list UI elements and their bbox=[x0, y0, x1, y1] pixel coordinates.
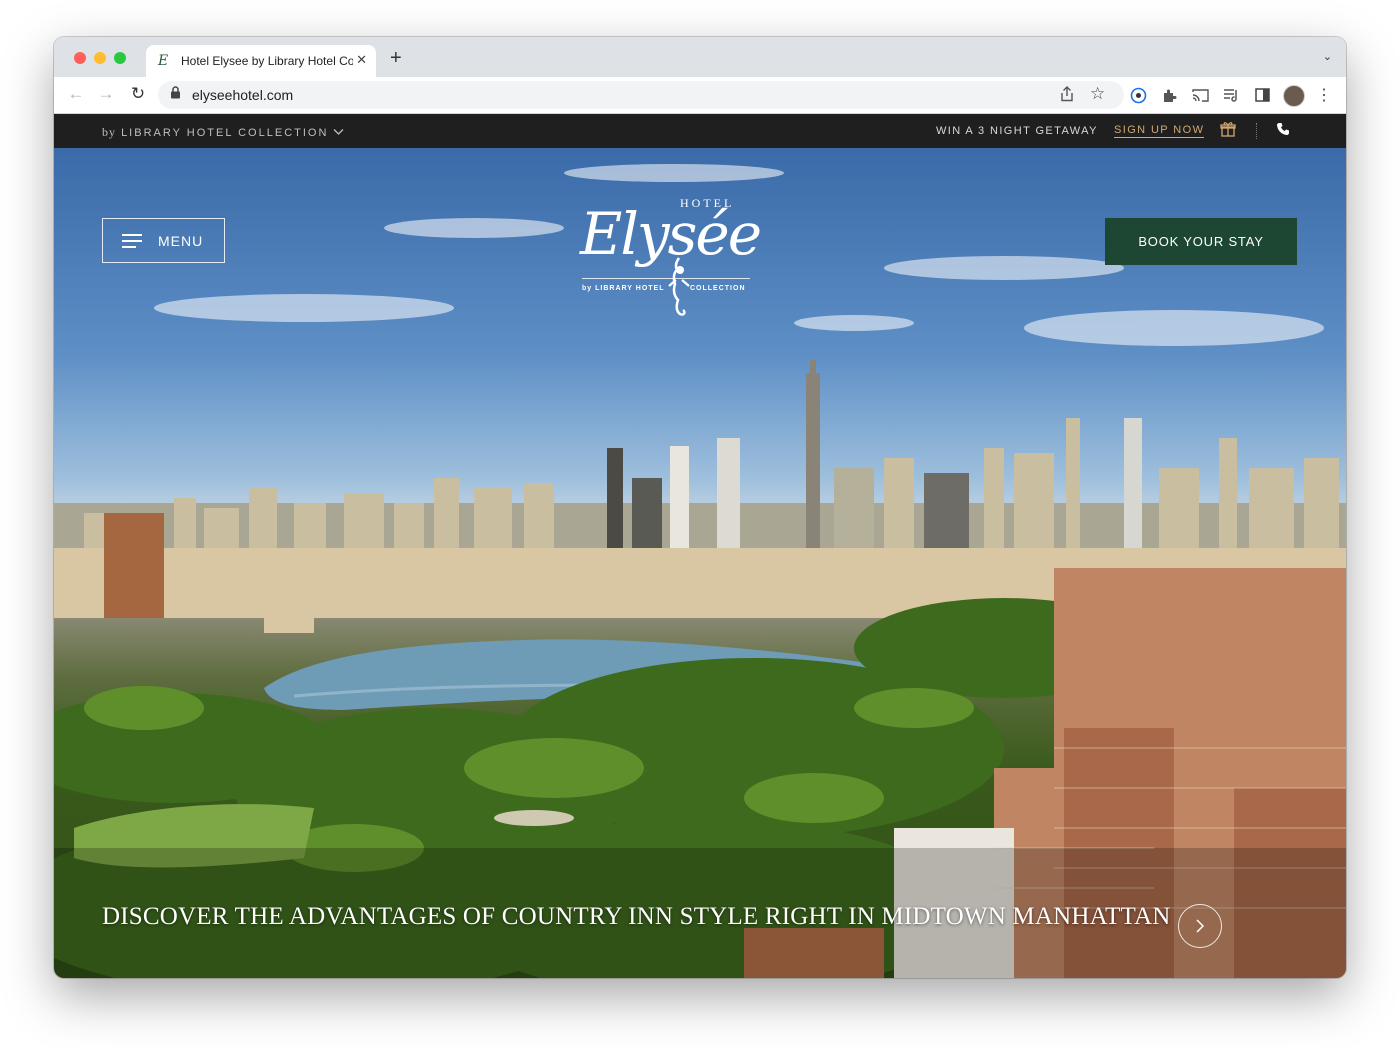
extension-icon[interactable] bbox=[1129, 86, 1147, 104]
puzzle-icon[interactable] bbox=[1160, 86, 1178, 104]
tab-search-chevron-icon[interactable]: ⌄ bbox=[1323, 50, 1332, 63]
minimize-window-button[interactable] bbox=[94, 52, 106, 64]
close-window-button[interactable] bbox=[74, 52, 86, 64]
cast-icon[interactable] bbox=[1191, 86, 1209, 104]
next-arrow-button[interactable] bbox=[1178, 904, 1222, 948]
back-icon[interactable]: ← bbox=[65, 84, 87, 104]
address-bar[interactable]: elyseehotel.com ☆ bbox=[158, 81, 1124, 109]
sign-up-link[interactable]: SIGN UP NOW bbox=[1114, 124, 1205, 138]
book-your-stay-button[interactable]: BOOK YOUR STAY bbox=[1105, 218, 1297, 265]
reload-icon[interactable]: ↻ bbox=[127, 84, 149, 104]
new-tab-button[interactable]: + bbox=[390, 47, 402, 70]
tab-close-icon[interactable]: ✕ bbox=[356, 52, 367, 68]
utility-divider bbox=[1256, 123, 1258, 139]
collection-dropdown[interactable]: by LIBRARY HOTEL COLLECTION bbox=[102, 125, 344, 140]
zoom-window-button[interactable] bbox=[114, 52, 126, 64]
collection-by-prefix: by bbox=[102, 125, 116, 139]
hero-section: MENU HOTEL Elysée by LIBRARY HOTEL COLLE… bbox=[54, 148, 1346, 978]
favicon-icon: E bbox=[158, 53, 169, 69]
menu-button[interactable]: MENU bbox=[102, 218, 225, 263]
phone-icon[interactable] bbox=[1276, 122, 1290, 139]
browser-toolbar: ← → ↻ elyseehotel.com ☆ ⋮ bbox=[54, 77, 1346, 114]
chevron-right-icon bbox=[1196, 919, 1205, 933]
browser-tab[interactable]: E Hotel Elysee by Library Hotel Collecti… bbox=[146, 45, 376, 77]
monkey-logo-icon bbox=[668, 257, 690, 316]
chevron-down-icon bbox=[333, 127, 344, 139]
gift-icon[interactable] bbox=[1220, 121, 1236, 141]
site-utility-bar: by LIBRARY HOTEL COLLECTION WIN A 3 NIGH… bbox=[54, 114, 1346, 148]
tab-strip: E Hotel Elysee by Library Hotel Collecti… bbox=[54, 37, 1346, 77]
logo-tag-right: COLLECTION bbox=[690, 285, 746, 292]
menu-label: MENU bbox=[158, 232, 204, 249]
more-icon[interactable]: ⋮ bbox=[1315, 86, 1333, 104]
logo-tag-left: by LIBRARY HOTEL bbox=[582, 285, 665, 292]
forward-icon[interactable]: → bbox=[95, 84, 117, 104]
sidepanel-icon[interactable] bbox=[1253, 86, 1271, 104]
url-text: elyseehotel.com bbox=[192, 87, 294, 103]
getaway-promo-text: WIN A 3 NIGHT GETAWAY bbox=[936, 125, 1098, 137]
hero-headline: DISCOVER THE ADVANTAGES OF COUNTRY INN S… bbox=[102, 903, 1171, 930]
share-icon[interactable] bbox=[1060, 86, 1074, 105]
lock-icon bbox=[170, 86, 184, 104]
media-icon[interactable] bbox=[1222, 86, 1240, 104]
browser-window: E Hotel Elysee by Library Hotel Collecti… bbox=[54, 37, 1346, 978]
hotel-elysee-logo[interactable]: HOTEL Elysée by LIBRARY HOTEL COLLECTION bbox=[574, 186, 764, 326]
tab-title: Hotel Elysee by Library Hotel Collection bbox=[181, 54, 353, 68]
hamburger-icon bbox=[122, 233, 142, 248]
star-icon[interactable]: ☆ bbox=[1090, 84, 1105, 104]
avatar[interactable] bbox=[1283, 85, 1305, 107]
collection-label: LIBRARY HOTEL COLLECTION bbox=[121, 127, 329, 139]
